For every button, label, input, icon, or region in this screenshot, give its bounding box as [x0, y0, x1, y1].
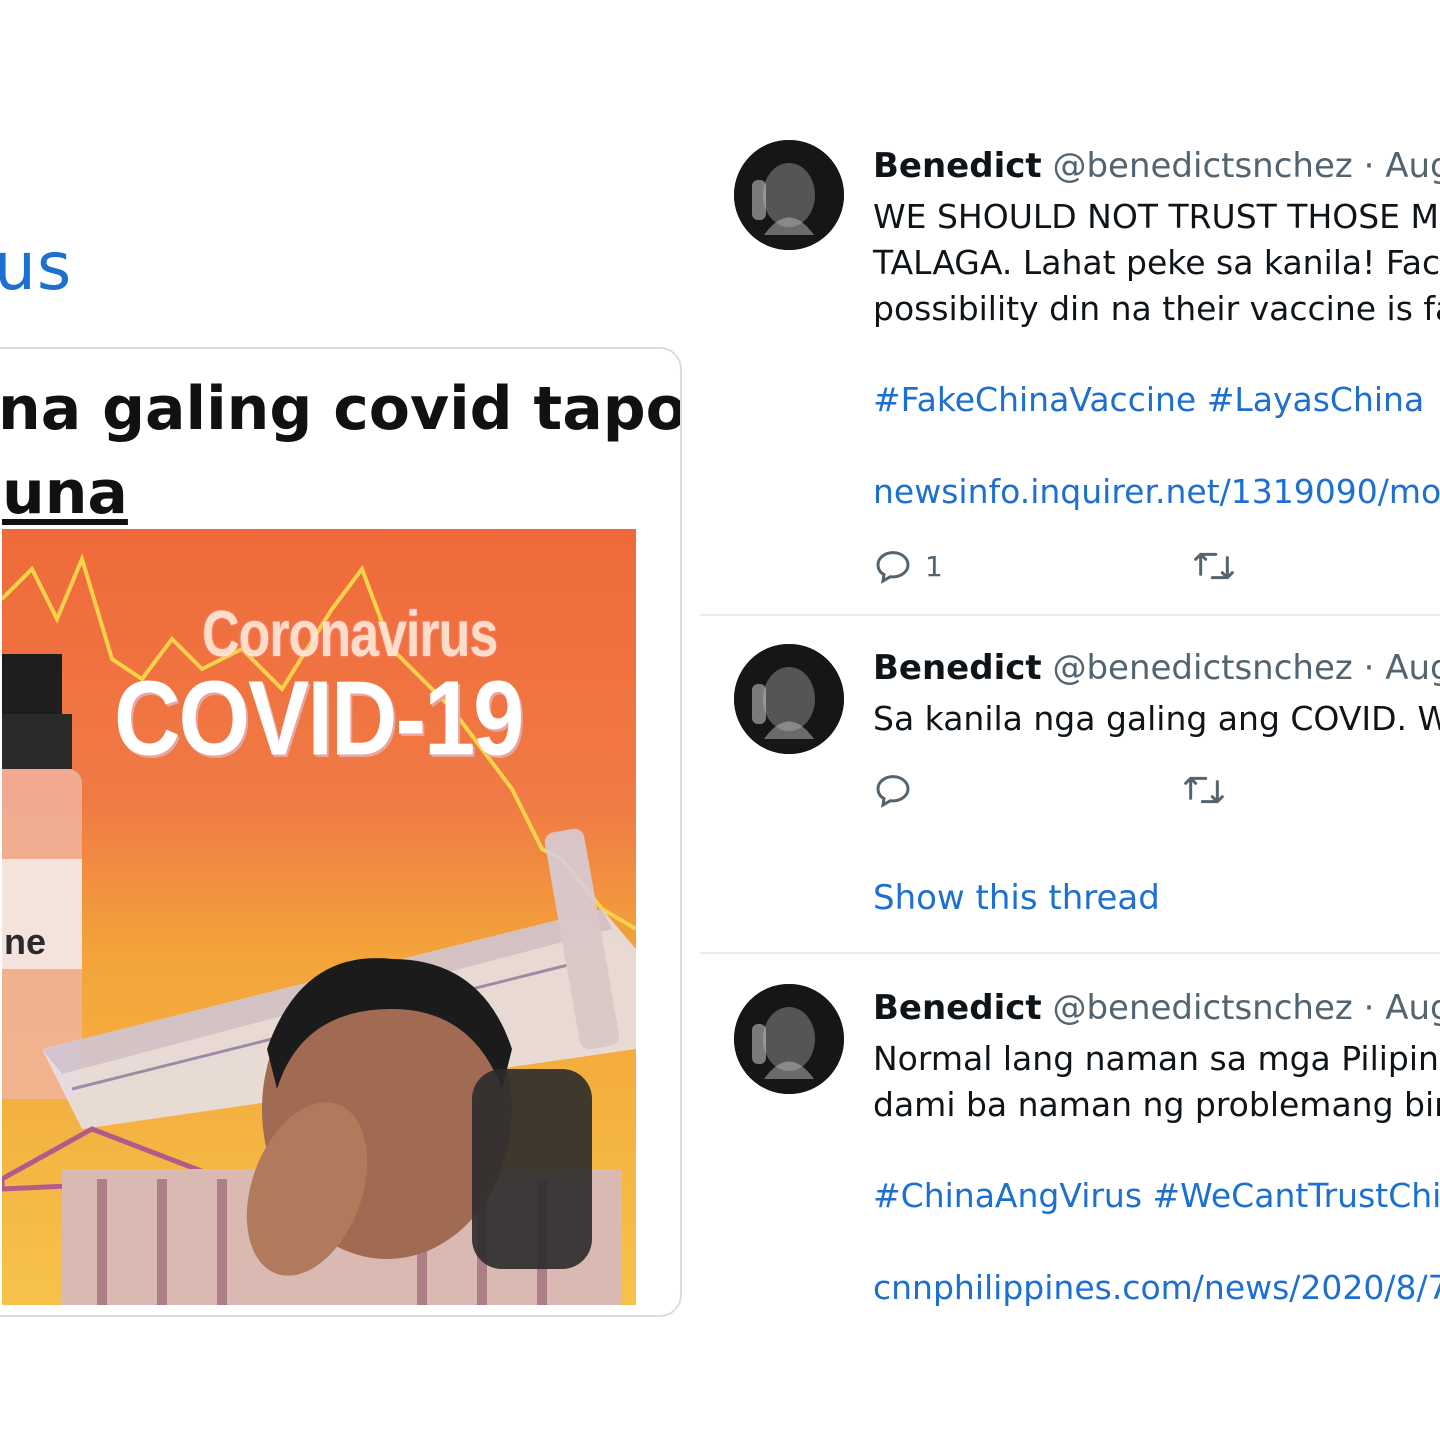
tweet-text: WE SHOULD NOT TRUST THOSE M TALAGA. Laha…	[873, 194, 1440, 332]
tweet-text-line: Sa kanila nga galing ang COVID. Wha	[873, 699, 1440, 738]
avatar[interactable]	[734, 984, 844, 1094]
retweet-icon	[1184, 776, 1224, 804]
meme-photo: Coronavirus COVID-19 ne	[2, 529, 636, 1305]
tweet-text-line: dami ba naman ng problemang binig	[873, 1085, 1440, 1124]
reply-icon	[876, 551, 910, 584]
retweet-icon	[1194, 552, 1234, 580]
tweet-timeline: Benedict @benedictsnchez · Aug 9, WE SHO…	[700, 118, 1440, 1330]
header-separator: ·	[1363, 988, 1375, 1028]
tweet-text: Sa kanila nga galing ang COVID. Wha	[873, 696, 1440, 742]
hashtags[interactable]: #ChinaAngVirus #WeCantTrustChina	[873, 1176, 1440, 1215]
author-name[interactable]: Benedict	[873, 648, 1042, 688]
meme-caption: na galing covid tapos una	[0, 367, 682, 535]
tweet-text-line: TALAGA. Lahat peke sa kanila! Face	[873, 243, 1440, 282]
hashtag-link[interactable]: us	[0, 228, 72, 305]
tweet-text: Normal lang naman sa mga Pilipino r dami…	[873, 1036, 1440, 1128]
header-separator: ·	[1363, 648, 1375, 688]
avatar-image	[734, 644, 844, 754]
reply-count: 1	[925, 549, 943, 583]
image-text-covid19: COVID-19	[114, 660, 524, 778]
vial-label: ne	[4, 921, 47, 962]
tweet[interactable]: Benedict @benedictsnchez · Aug 9, WE SHO…	[700, 118, 1440, 616]
tweet-date[interactable]: Aug 9,	[1385, 988, 1440, 1028]
tweet-url[interactable]: cnnphilippines.com/news/2020/8/7/...	[873, 1268, 1440, 1307]
tweet-url[interactable]: newsinfo.inquirer.net/1319090/momr	[873, 472, 1440, 511]
tweet-text-line: possibility din na their vaccine is fak	[873, 289, 1440, 328]
tweet-date[interactable]: Aug 9,	[1385, 146, 1440, 186]
show-thread-link[interactable]: Show this thread	[873, 878, 1160, 918]
retweet-button[interactable]	[1192, 546, 1236, 586]
avatar[interactable]	[734, 140, 844, 250]
author-handle[interactable]: @benedictsnchez	[1052, 988, 1352, 1028]
tweet-header: Benedict @benedictsnchez · Aug 9,	[873, 988, 1440, 1028]
meme-image-card[interactable]: na galing covid tapos una Coronavirus CO…	[0, 347, 682, 1317]
tweet[interactable]: Benedict @benedictsnchez · Aug 9, Sa kan…	[700, 616, 1440, 954]
reply-icon	[876, 775, 910, 808]
tweet-text-line: Normal lang naman sa mga Pilipino r	[873, 1039, 1440, 1078]
header-separator: ·	[1363, 146, 1375, 186]
tweet-header: Benedict @benedictsnchez · Aug 9,	[873, 648, 1440, 688]
author-handle[interactable]: @benedictsnchez	[1052, 146, 1352, 186]
hashtags[interactable]: #FakeChinaVaccine #LayasChina	[873, 380, 1424, 419]
tweet-date[interactable]: Aug 9,	[1385, 648, 1440, 688]
tweet-header: Benedict @benedictsnchez · Aug 9,	[873, 146, 1440, 186]
meme-caption-line2: una	[2, 458, 128, 528]
author-name[interactable]: Benedict	[873, 988, 1042, 1028]
avatar-image	[734, 984, 844, 1094]
retweet-button[interactable]	[1182, 770, 1226, 810]
avatar-image	[734, 140, 844, 250]
reply-button[interactable]: 1	[873, 546, 943, 586]
author-name[interactable]: Benedict	[873, 146, 1042, 186]
author-handle[interactable]: @benedictsnchez	[1052, 648, 1352, 688]
avatar[interactable]	[734, 644, 844, 754]
tweet[interactable]: Benedict @benedictsnchez · Aug 9, Normal…	[700, 954, 1440, 1330]
tweet-text-line: WE SHOULD NOT TRUST THOSE M	[873, 197, 1439, 236]
meme-caption-line1: na galing covid tapos	[0, 374, 682, 444]
reply-button[interactable]	[873, 770, 913, 810]
